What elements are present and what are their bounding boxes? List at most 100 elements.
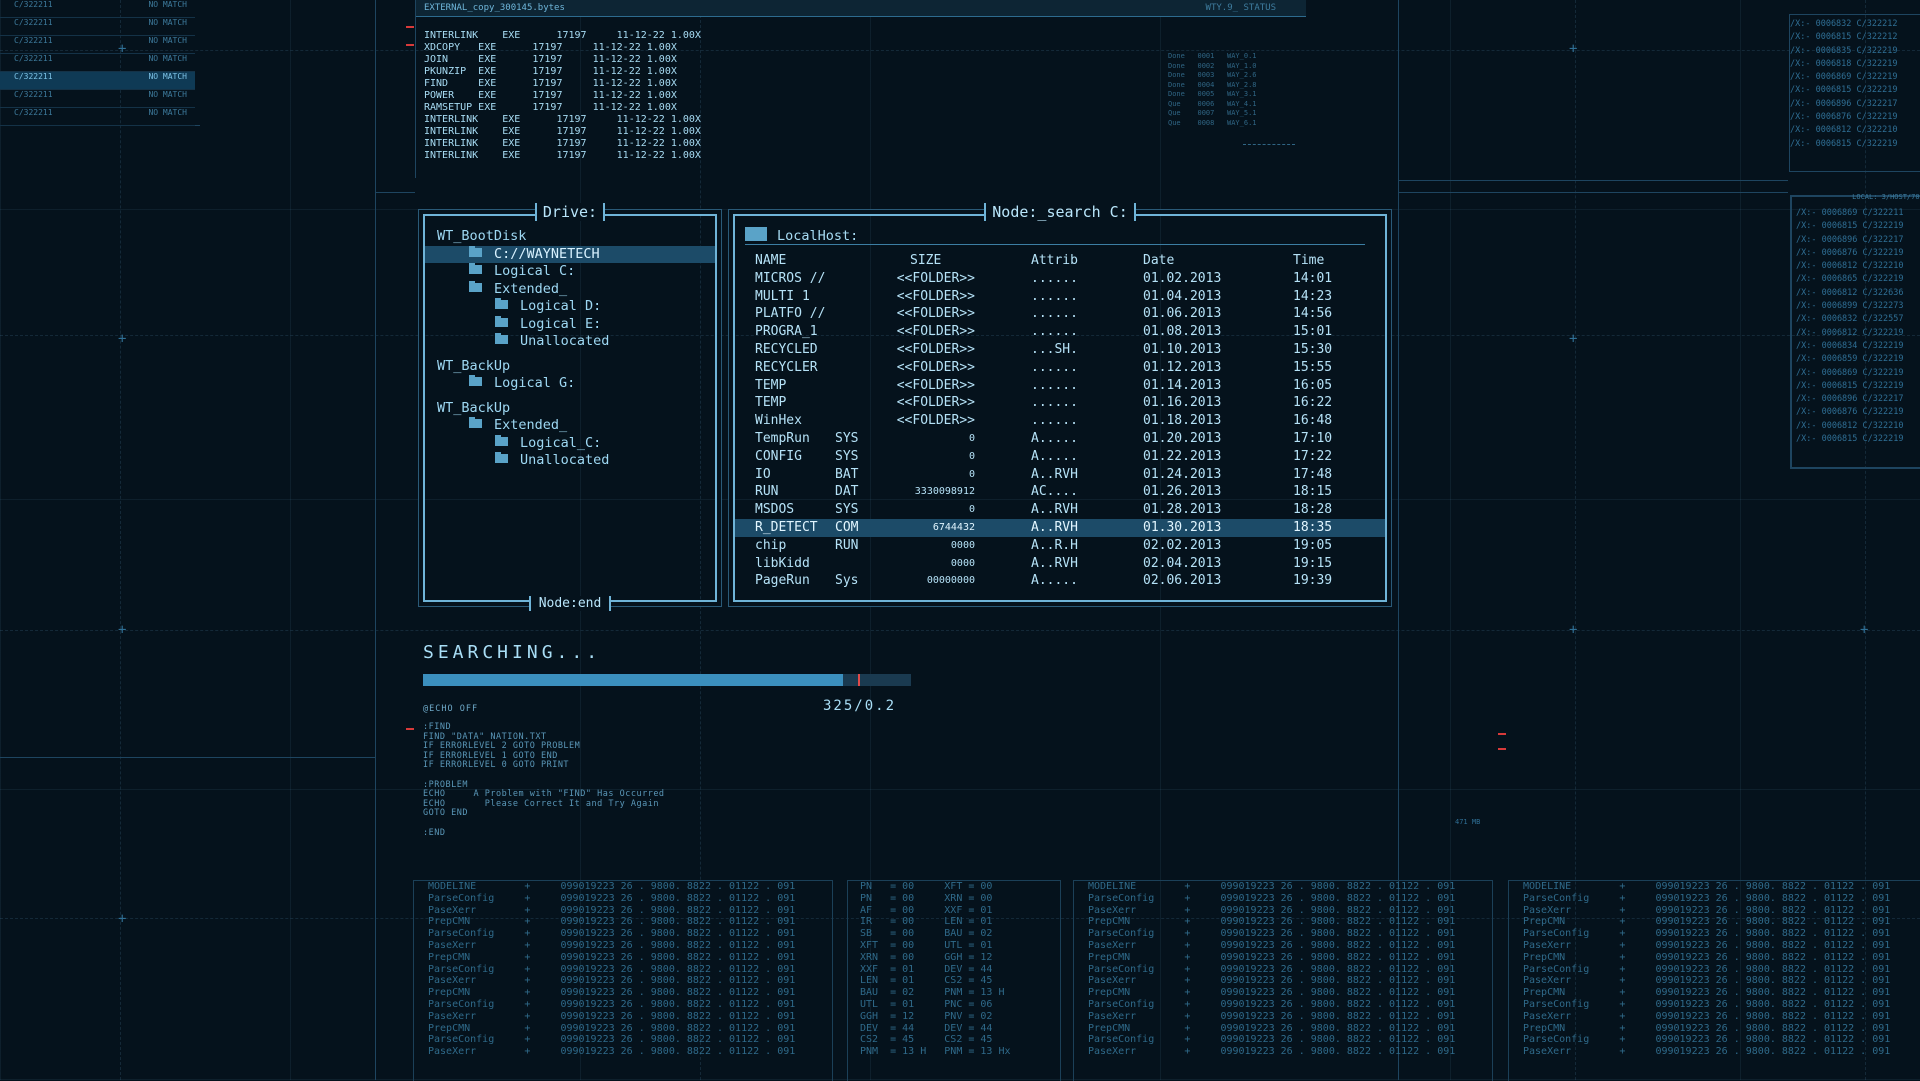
- file-name: PageRun: [755, 573, 810, 589]
- tree-node-selected[interactable]: C://WAYNETECH: [425, 245, 715, 263]
- table-row[interactable]: MICROS // <<FOLDER>>...... 01.02.2013 14:01: [735, 270, 1385, 288]
- file-time: 14:56: [1293, 306, 1333, 322]
- crosshair-icon: +: [1569, 331, 1578, 347]
- list-item[interactable]: C/322211 NO MATCH: [0, 18, 195, 36]
- table-row[interactable]: libKidd 0000 A..RVH 02.04.2013 19:15: [735, 555, 1385, 573]
- file-date: 01.30.2013: [1143, 519, 1222, 535]
- red-marker: [406, 728, 414, 730]
- data-row: PaseXerr + 099019223 26 . 9800. 8822 . 0…: [1088, 975, 1456, 987]
- tree-node[interactable]: Logical D:: [425, 298, 715, 316]
- right-log-bottom: /X:- 0006869 C/322211 /X:- 0006815 C/322…: [1796, 207, 1920, 446]
- column-header-size[interactable]: SIZE: [910, 252, 941, 270]
- column-header-time[interactable]: Time: [1293, 252, 1324, 270]
- file-name: MULTI 1: [755, 288, 810, 304]
- folder-icon: [495, 452, 508, 463]
- table-row[interactable]: PageRun Sys 00000000 A..... 02.06.2013 19:39: [735, 572, 1385, 590]
- file-date: 01.06.2013: [1143, 306, 1222, 322]
- drive-tree: WT_BootDisk C://WAYNETECH Logical C: Ext…: [425, 228, 715, 470]
- folder-icon: [469, 245, 482, 257]
- file-rows: MICROS // <<FOLDER>>...... 01.02.2013 14:01…: [735, 270, 1385, 590]
- table-row[interactable]: RECYCLER <<FOLDER>>...... 01.12.2013 15:55: [735, 359, 1385, 377]
- column-header-name[interactable]: NAME: [755, 252, 786, 270]
- tree-node[interactable]: Extended_: [425, 280, 715, 299]
- tree-node-disk[interactable]: WT_BackUp: [425, 400, 715, 418]
- script-line: GOTO END: [423, 808, 468, 819]
- log-row: /X:- 0006815 C/322219: [1790, 138, 1898, 149]
- data-row: PaseXerr + 099019223 26 . 9800. 8822 . 0…: [1523, 904, 1891, 916]
- table-row[interactable]: TempRun SYS 0 A..... 01.20.2013 17:10: [735, 430, 1385, 448]
- node-panel-title: Node:_search C:: [984, 203, 1136, 221]
- table-row[interactable]: RUN DAT 3330098912 AC.... 01.26.2013 18:15: [735, 483, 1385, 501]
- divider-line: [1398, 192, 1788, 193]
- data-row: PrepCMN + 099019223 26 . 9800. 8822 . 01…: [1523, 1022, 1891, 1034]
- list-item-selected[interactable]: C/322211 NO MATCH: [0, 72, 195, 90]
- tree-node-disk[interactable]: WT_BackUp: [425, 358, 715, 376]
- table-row[interactable]: PLATFO // <<FOLDER>>...... 01.06.2013 14:56: [735, 305, 1385, 323]
- list-item[interactable]: C/322211 NO MATCH: [0, 0, 195, 18]
- table-row[interactable]: WinHex <<FOLDER>>...... 01.18.2013 16:48: [735, 412, 1385, 430]
- tree-node[interactable]: Unallocated: [425, 333, 715, 351]
- file-size: 0: [968, 450, 975, 462]
- file-name: CONFIG: [755, 448, 802, 464]
- table-row[interactable]: RECYCLED <<FOLDER>> ...SH. 01.10.2013 15:30: [735, 341, 1385, 359]
- tree-node[interactable]: Logical_C:: [425, 434, 715, 453]
- list-item[interactable]: C/322211 NO MATCH: [0, 54, 195, 72]
- file-row-selected[interactable]: R_DETECT COM 6744432 A..RVH 01.30.2013 18:35: [735, 518, 1385, 537]
- data-row: GGH = 12 PNV = 02: [860, 1010, 993, 1022]
- table-row[interactable]: IO BAT 0 A..RVH 01.24.2013 17:48: [735, 466, 1385, 484]
- table-row[interactable]: TEMP <<FOLDER>>...... 01.16.2013 16:22: [735, 394, 1385, 412]
- file-date: 01.12.2013: [1143, 359, 1222, 375]
- right-log-top: /X:- 0006832 C/322212 /X:- 0006815 C/322…: [1790, 18, 1920, 151]
- log-row: /X:- 0006812 C/322210: [1790, 125, 1898, 136]
- data-row: PaseXerr + 099019223 26 . 9800. 8822 . 0…: [428, 1010, 796, 1022]
- log-row: /X:- 0006815 C/322219: [1796, 221, 1904, 232]
- divider-line: [375, 0, 376, 1080]
- tree-node[interactable]: Unallocated: [425, 452, 715, 470]
- table-row[interactable]: CONFIG SYS 0 A..... 01.22.2013 17:22: [735, 448, 1385, 466]
- tree-node[interactable]: Extended_: [425, 417, 715, 435]
- file-time: 19:05: [1293, 537, 1333, 553]
- list-item[interactable]: C/322211 NO MATCH: [0, 90, 195, 108]
- red-marker: [406, 26, 414, 28]
- drive-panel-footer: Node:end: [528, 596, 612, 611]
- batch-script: :FIND FIND "DATA" NATION.TXT IF ERRORLEV…: [423, 722, 665, 838]
- file-attrib: A..RVH: [1031, 502, 1078, 518]
- file-name: TempRun: [755, 430, 810, 446]
- model-data-box: MODELINE + 099019223 26 . 9800. 8822 . 0…: [1508, 880, 1920, 1081]
- tree-node[interactable]: Logical E:: [425, 315, 715, 334]
- file-name: MSDOS: [755, 502, 795, 518]
- list-item[interactable]: C/322211 NO MATCH: [0, 36, 195, 54]
- data-row: PrepCMN + 099019223 26 . 9800. 8822 . 01…: [1088, 987, 1456, 999]
- table-row[interactable]: MSDOS SYS 0 A..RVH 01.28.2013 18:28: [735, 501, 1385, 519]
- file-name: MICROS //: [755, 270, 826, 286]
- table-row[interactable]: chip RUN 0000 A..R.H 02.02.2013 19:05: [735, 537, 1385, 555]
- table-header: NAME SIZE Attrib Date Time: [735, 252, 1385, 270]
- column-header-attrib[interactable]: Attrib: [1031, 252, 1078, 270]
- divider-line: [1398, 180, 1788, 181]
- script-line: [423, 819, 665, 829]
- list-item[interactable]: C/322211 NO MATCH: [0, 108, 195, 126]
- file-size: 0000: [950, 557, 975, 569]
- file-size: 0: [968, 468, 975, 480]
- terminal-header: EXTERNAL_copy_300145.bytes WTY.9_ STATUS: [416, 0, 1306, 17]
- tree-node[interactable]: Logical C:: [425, 263, 715, 281]
- echo-line: @ECHO OFF: [423, 704, 479, 714]
- log-row: /X:- 0006835 C/322219: [1790, 45, 1898, 56]
- file-date: 02.06.2013: [1143, 573, 1222, 589]
- column-header-date[interactable]: Date: [1143, 252, 1174, 270]
- file-name: PLATFO //: [755, 306, 826, 322]
- crosshair-icon: +: [1569, 41, 1578, 57]
- file-size: <<FOLDER>>: [896, 377, 975, 393]
- file-attrib: A.....: [1031, 573, 1078, 589]
- progress-value: 325/0.2: [823, 698, 897, 714]
- table-row[interactable]: PROGRA_1 <<FOLDER>>...... 01.08.2013 15:01: [735, 323, 1385, 341]
- model-data-box: MODELINE + 099019223 26 . 9800. 8822 . 0…: [1073, 880, 1493, 1081]
- data-row: LEN = 01 CS2 = 45: [860, 975, 993, 987]
- tree-node[interactable]: Logical G:: [425, 375, 715, 393]
- tree-node-disk[interactable]: WT_BootDisk: [425, 228, 715, 246]
- file-size: <<FOLDER>>: [896, 324, 975, 340]
- table-row[interactable]: TEMP <<FOLDER>>...... 01.14.2013 16:05: [735, 377, 1385, 395]
- file-name: PROGRA_1: [755, 324, 818, 340]
- table-row[interactable]: MULTI 1 <<FOLDER>>...... 01.04.2013 14:23: [735, 288, 1385, 306]
